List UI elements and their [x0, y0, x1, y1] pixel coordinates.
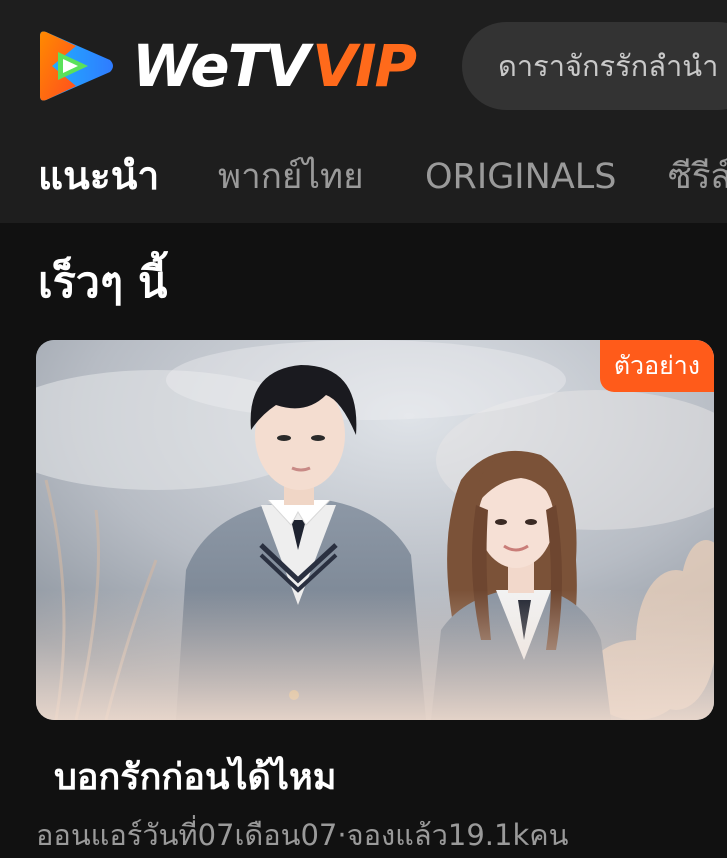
show-air-date-meta: ออนแอร์วันที่07เดือน07·จองแล้ว19.1kคน [36, 818, 569, 852]
trailer-badge: ตัวอย่าง [599, 340, 714, 392]
search-bar[interactable]: ดาราจักรรักลำนำ [462, 22, 727, 110]
category-tabs: แนะนำ พากย์ไทย ORIGINALS ซีรีส์ [0, 135, 727, 223]
app-header: WeTV VIP ดาราจักรรักลำนำ [0, 0, 727, 135]
section-title-coming-soon: เร็วๆ นี้ [38, 258, 168, 308]
brand-main-text: WeTV [132, 32, 310, 100]
tab-series[interactable]: ซีรีส์ [668, 135, 727, 219]
tab-recommended[interactable]: แนะนำ [38, 135, 159, 219]
brand-wordmark: WeTV VIP [132, 30, 417, 102]
poster-illustration [36, 340, 714, 720]
coming-soon-poster[interactable]: ตัวอย่าง [36, 340, 714, 720]
tab-originals[interactable]: ORIGINALS [425, 135, 616, 219]
show-title[interactable]: บอกรักก่อนได้ไหม [54, 748, 336, 805]
search-placeholder-text: ดาราจักรรักลำนำ [498, 49, 719, 83]
wetv-play-logo-icon[interactable] [36, 30, 116, 102]
tab-thai-dubbed[interactable]: พากย์ไทย [218, 135, 364, 219]
brand-vip-text: VIP [312, 32, 417, 100]
